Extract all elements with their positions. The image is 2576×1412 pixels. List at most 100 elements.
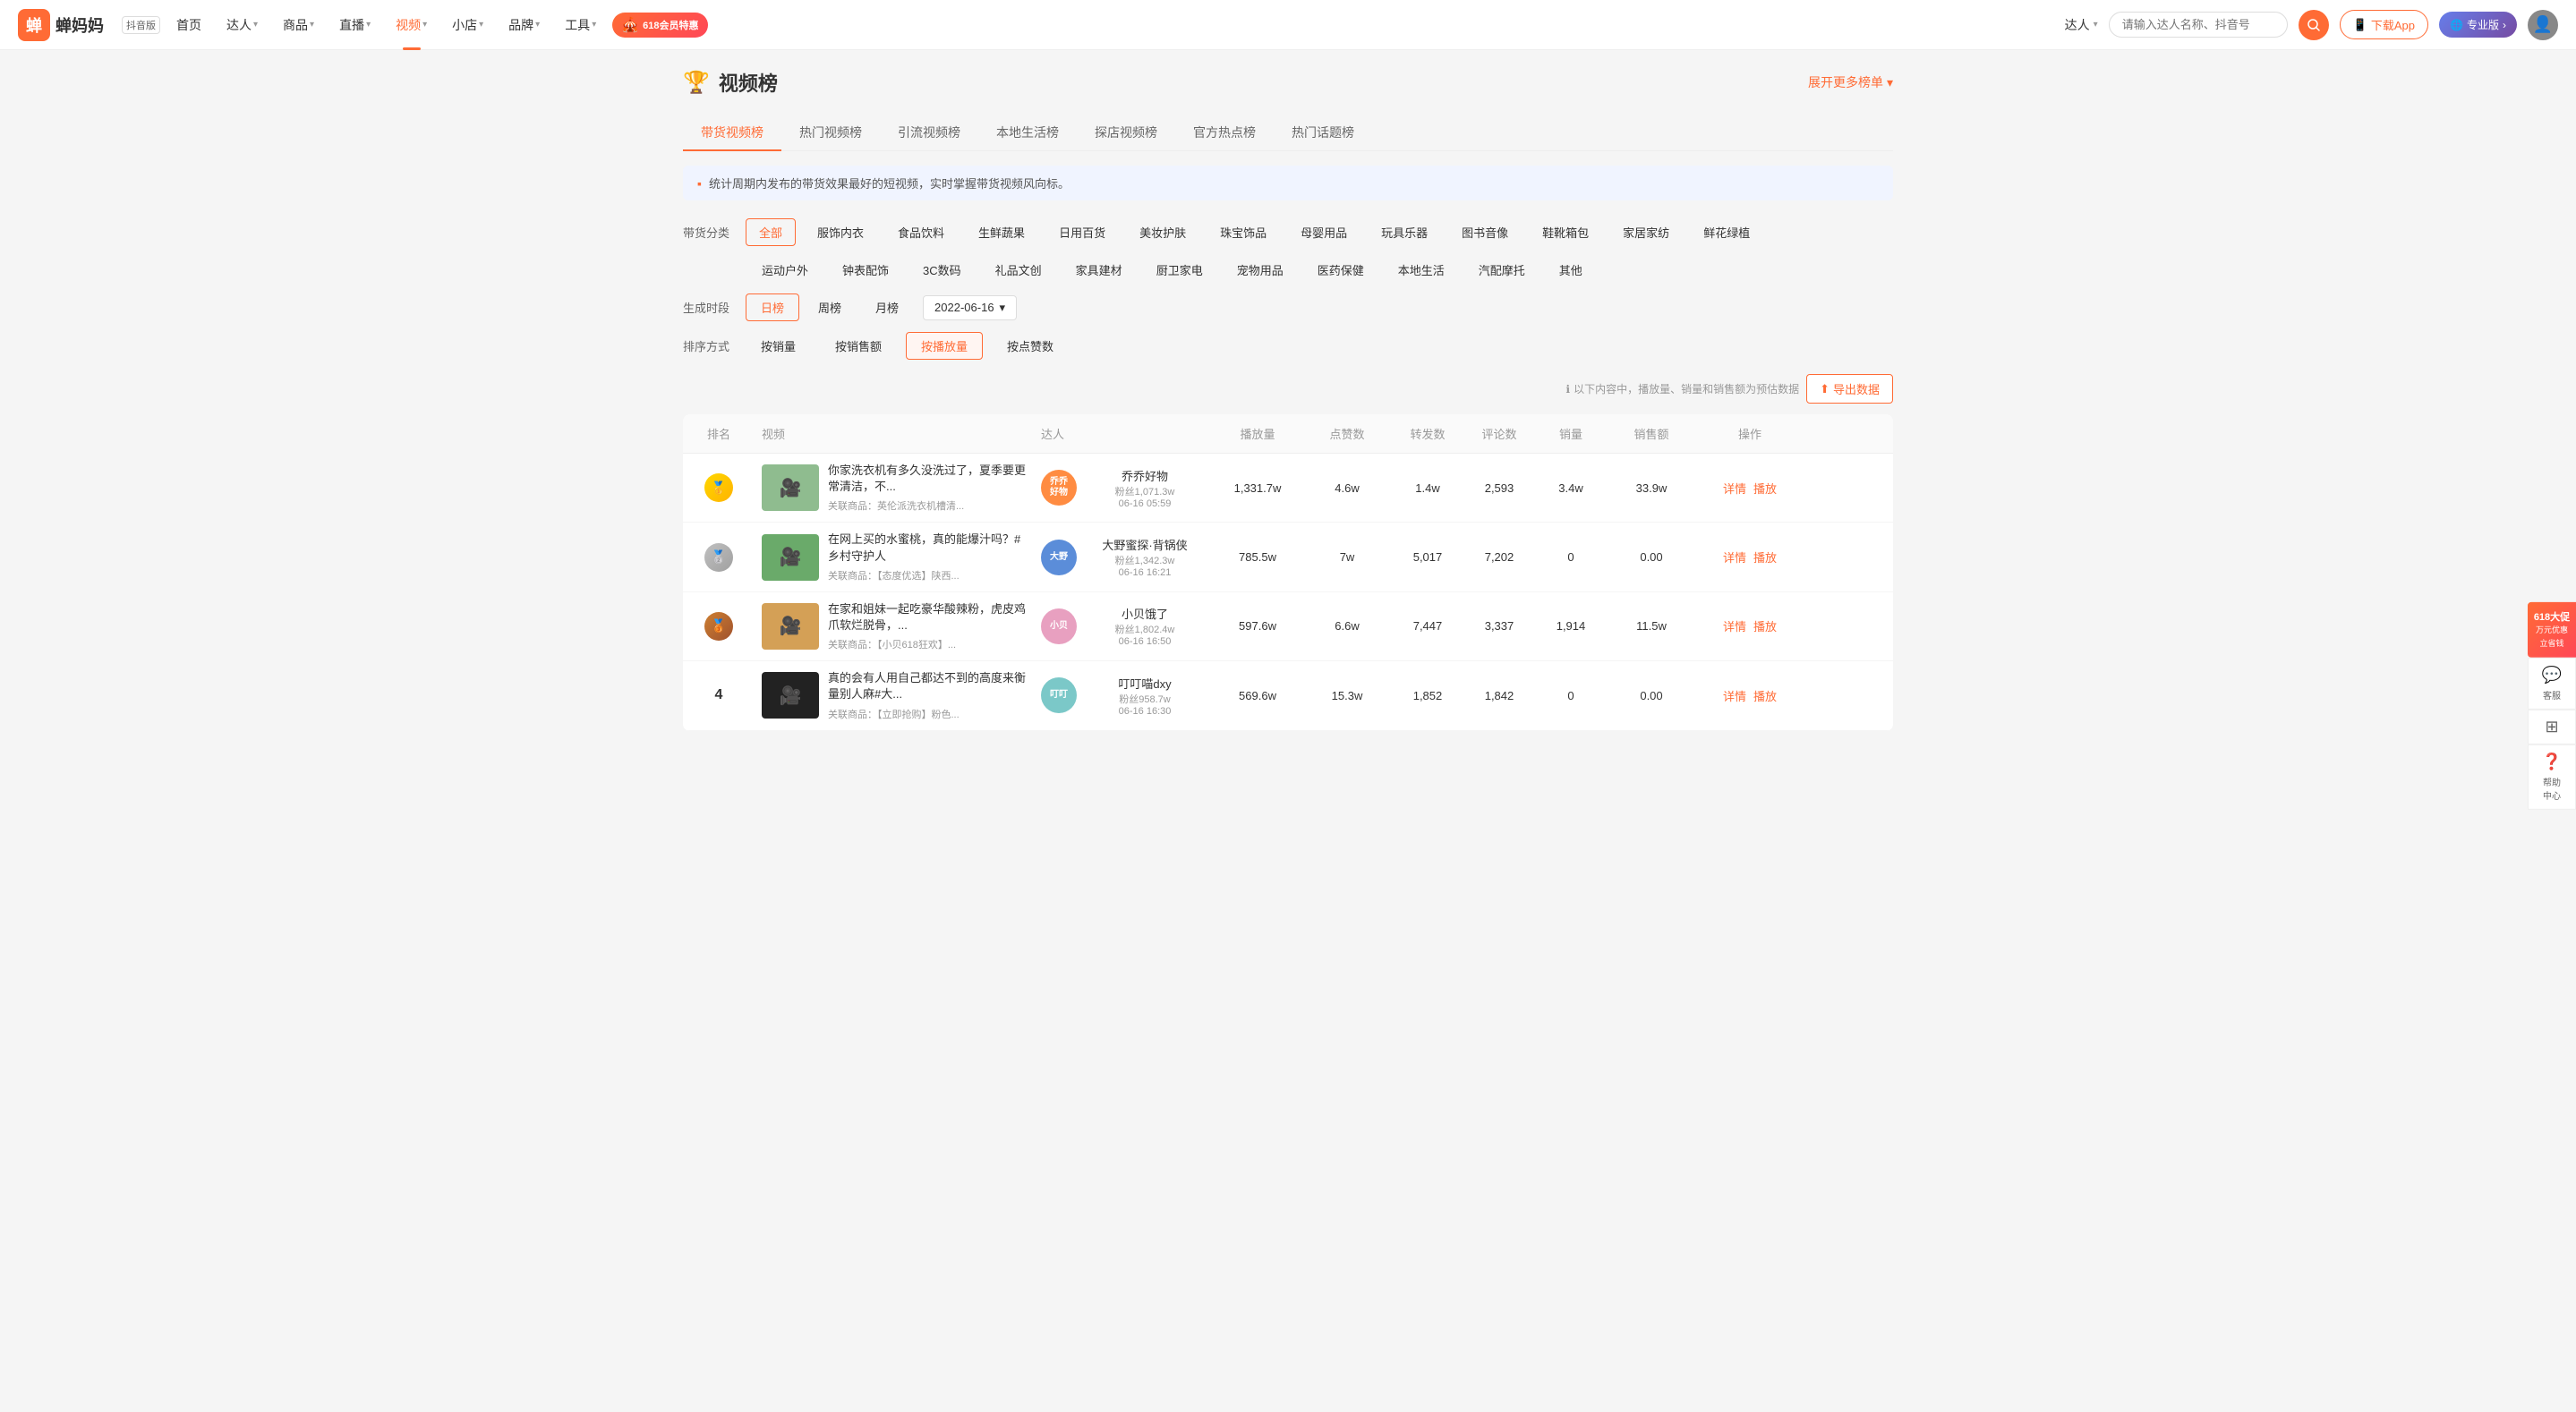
period-group: 日榜 周榜 月榜 (746, 293, 914, 321)
sort-by-sales[interactable]: 按销量 (746, 332, 811, 360)
video-product-4: 关联商品：【立即抢购】粉色... (828, 707, 1027, 721)
period-weekly[interactable]: 周榜 (803, 293, 857, 321)
likes-3: 6.6w (1302, 607, 1392, 645)
talent-name-2: 大野蜜探·背锅侠 (1084, 536, 1206, 553)
tab-official-hot[interactable]: 官方热点榜 (1175, 115, 1274, 150)
play-link-2[interactable]: 播放 (1753, 549, 1777, 566)
comments-3: 3,337 (1463, 607, 1535, 645)
user-avatar[interactable]: 👤 (2528, 10, 2558, 40)
filter-home[interactable]: 家居家纺 (1610, 219, 1682, 245)
filter-shoes[interactable]: 鞋靴箱包 (1530, 219, 1601, 245)
sort-by-plays[interactable]: 按播放量 (906, 332, 983, 360)
comments-2: 7,202 (1463, 538, 1535, 576)
nav-product[interactable]: 商品▾ (274, 16, 323, 34)
banner-618[interactable]: 🎪 618会员特惠 (612, 13, 707, 38)
table-actions: ℹ 以下内容中，播放量、销量和销售额为预估数据 ⬆ 导出数据 (683, 374, 1893, 404)
period-monthly[interactable]: 月榜 (860, 293, 914, 321)
filter-other[interactable]: 其他 (1547, 257, 1595, 283)
talent-name-3: 小贝饿了 (1084, 605, 1206, 622)
filter-3c[interactable]: 3C数码 (910, 257, 974, 283)
filter-beauty[interactable]: 美妆护肤 (1127, 219, 1198, 245)
period-row: 生成时段 日榜 周榜 月榜 2022-06-16 ▾ (683, 293, 1893, 321)
tab-traffic-video[interactable]: 引流视频榜 (880, 115, 978, 150)
filter-books[interactable]: 图书音像 (1449, 219, 1521, 245)
filter-all[interactable]: 全部 (746, 218, 796, 246)
play-link-4[interactable]: 播放 (1753, 687, 1777, 704)
filter-medical[interactable]: 医药保健 (1305, 257, 1377, 283)
filter-daily[interactable]: 日用百货 (1046, 219, 1118, 245)
detail-link-1[interactable]: 详情 (1723, 480, 1746, 497)
filter-baby[interactable]: 母婴用品 (1288, 219, 1360, 245)
filter-clothing[interactable]: 服饰内衣 (805, 219, 876, 245)
sort-by-revenue[interactable]: 按销售额 (820, 332, 897, 360)
col-revenue: 销售额 (1607, 414, 1696, 453)
filter-toys[interactable]: 玩具乐器 (1369, 219, 1440, 245)
logo[interactable]: 蝉 蝉妈妈 (18, 9, 104, 41)
filter-gifts[interactable]: 礼品文创 (983, 257, 1054, 283)
talent-info-4: 叮叮喵dxy 粉丝958.7w 06-16 16:30 (1084, 675, 1206, 717)
sort-by-likes[interactable]: 按点赞数 (992, 332, 1069, 360)
date-picker[interactable]: 2022-06-16 ▾ (923, 295, 1017, 320)
widget-help[interactable]: ❓ 帮助中心 (2528, 744, 2576, 810)
search-button[interactable] (2299, 10, 2329, 40)
detail-link-2[interactable]: 详情 (1723, 549, 1746, 566)
search-input[interactable] (2109, 12, 2288, 38)
filter-pets[interactable]: 宠物用品 (1224, 257, 1296, 283)
filter-furniture[interactable]: 家具建材 (1063, 257, 1135, 283)
action-links-2: 详情 播放 (1703, 549, 1796, 566)
filter-jewelry[interactable]: 珠宝饰品 (1207, 219, 1279, 245)
rank-2: 🥈 (683, 531, 755, 584)
widget-618[interactable]: 618大促 万元优惠 立省钱 (2528, 602, 2576, 658)
period-daily[interactable]: 日榜 (746, 293, 799, 321)
widget-grid[interactable]: ⊞ (2528, 710, 2576, 744)
filter-kitchen[interactable]: 厨卫家电 (1144, 257, 1215, 283)
talent-time-3: 06-16 16:50 (1084, 636, 1206, 647)
sales-3: 1,914 (1535, 607, 1607, 645)
nav-shop[interactable]: 小店▾ (443, 16, 492, 34)
filter-watches[interactable]: 钟表配饰 (830, 257, 901, 283)
nav-live[interactable]: 直播▾ (330, 16, 380, 34)
expand-more-button[interactable]: 展开更多榜单 ▾ (1808, 73, 1893, 91)
play-link-1[interactable]: 播放 (1753, 480, 1777, 497)
detail-link-4[interactable]: 详情 (1723, 687, 1746, 704)
filter-local[interactable]: 本地生活 (1386, 257, 1457, 283)
tab-explore-video[interactable]: 探店视频榜 (1077, 115, 1175, 150)
nav-home[interactable]: 首页 (167, 16, 210, 34)
filter-food[interactable]: 食品饮料 (885, 219, 957, 245)
nav-talent[interactable]: 达人▾ (218, 16, 267, 34)
nav-brand[interactable]: 品牌▾ (499, 16, 549, 34)
widget-service[interactable]: 💬 客服 (2528, 658, 2576, 710)
talent-info-3: 小贝饿了 粉丝1,802.4w 06-16 16:50 (1084, 605, 1206, 647)
revenue-4: 0.00 (1607, 676, 1696, 715)
talent-cell-3: 小贝 小贝饿了 粉丝1,802.4w 06-16 16:50 (1034, 605, 1213, 647)
action-links-3: 详情 播放 (1703, 617, 1796, 634)
video-product-1: 关联商品：英伦派洗衣机槽清... (828, 498, 1027, 513)
right-widget: 618大促 万元优惠 立省钱 💬 客服 ⊞ ❓ 帮助中心 (2528, 602, 2576, 810)
pro-badge[interactable]: 🌐 专业版 › (2439, 12, 2517, 38)
nav-tools[interactable]: 工具▾ (556, 16, 605, 34)
info-bar: ▪ 统计周期内发布的带货效果最好的短视频，实时掌握带货视频风向标。 (683, 166, 1893, 200)
tab-local-life[interactable]: 本地生活榜 (978, 115, 1077, 150)
category-label: 带货分类 (683, 224, 737, 241)
widget-618-sub: 万元优惠 (2531, 624, 2572, 635)
nav-video[interactable]: 视频▾ (387, 16, 436, 34)
filter-fresh[interactable]: 生鲜蔬果 (966, 219, 1037, 245)
rank-bronze-icon: 🥉 (704, 612, 733, 641)
tab-hot-topic[interactable]: 热门话题榜 (1274, 115, 1372, 150)
export-button[interactable]: ⬆ 导出数据 (1806, 374, 1893, 404)
nav-talent-selector[interactable]: 达人 ▾ (2065, 16, 2098, 34)
play-link-3[interactable]: 播放 (1753, 617, 1777, 634)
download-button[interactable]: 📱 下载App (2340, 10, 2428, 39)
tab-hot-video[interactable]: 热门视频榜 (781, 115, 880, 150)
version-badge[interactable]: 抖音版 (122, 16, 160, 34)
likes-1: 4.6w (1302, 469, 1392, 507)
detail-link-3[interactable]: 详情 (1723, 617, 1746, 634)
talent-info-1: 乔乔好物 粉丝1,071.3w 06-16 05:59 (1084, 467, 1206, 509)
shares-1: 1.4w (1392, 469, 1463, 507)
sales-4: 0 (1535, 676, 1607, 715)
filter-sports[interactable]: 运动户外 (749, 257, 821, 283)
col-video: 视频 (755, 414, 1034, 453)
tab-cargo-video[interactable]: 带货视频榜 (683, 115, 781, 150)
filter-flowers[interactable]: 鲜花绿植 (1691, 219, 1762, 245)
filter-auto[interactable]: 汽配摩托 (1466, 257, 1538, 283)
